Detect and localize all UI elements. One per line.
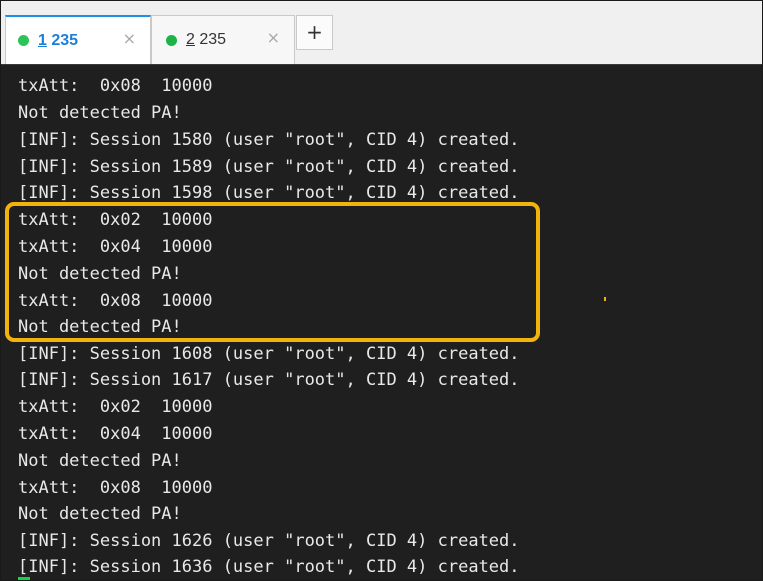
terminal-line: [INF]: Session 1589 (user "root", CID 4)… — [18, 157, 520, 177]
tab-bar: 1 235 × 2 235 × + — [1, 1, 762, 64]
tab-label: 2 235 — [186, 31, 227, 48]
terminal-line: Not detected PA! — [18, 451, 182, 471]
tab-session-1[interactable]: 1 235 × — [5, 15, 151, 64]
terminal-line: [INF]: Session 1608 (user "root", CID 4)… — [18, 344, 520, 364]
close-tab-icon[interactable]: × — [267, 28, 280, 47]
terminal-line: txAtt: 0x04 10000 — [18, 424, 213, 444]
terminal-line: txAtt: 0x08 10000 — [18, 478, 213, 498]
terminal-line: txAtt: 0x08 10000 — [18, 76, 213, 96]
terminal-line: Not detected PA! — [18, 504, 182, 524]
terminal-line: [INF]: Session 1580 (user "root", CID 4)… — [18, 130, 520, 150]
connected-status-icon — [18, 35, 29, 46]
annotation-highlight-box — [5, 202, 540, 342]
annotation-mark — [604, 297, 606, 301]
connected-status-icon — [166, 34, 177, 46]
terminal-line: Not detected PA! — [18, 103, 182, 123]
terminal-line: [INF]: Session 1626 (user "root", CID 4)… — [18, 531, 520, 551]
terminal-line: txAtt: 0x02 10000 — [18, 397, 213, 417]
terminal-line: [INF]: Session 1636 (user "root", CID 4)… — [18, 557, 520, 577]
terminal-output[interactable]: txAtt: 0x08 10000 Not detected PA! [INF]… — [1, 64, 762, 580]
close-tab-icon[interactable]: × — [123, 29, 136, 48]
tab-session-2[interactable]: 2 235 × — [151, 15, 295, 64]
terminal-window: 1 235 × 2 235 × + txAtt: 0x08 10000 Not … — [0, 0, 763, 581]
tab-label: 1 235 — [38, 31, 79, 49]
new-tab-button[interactable]: + — [296, 15, 333, 50]
terminal-line: [INF]: Session 1617 (user "root", CID 4)… — [18, 370, 520, 390]
terminal-cursor — [18, 577, 30, 580]
